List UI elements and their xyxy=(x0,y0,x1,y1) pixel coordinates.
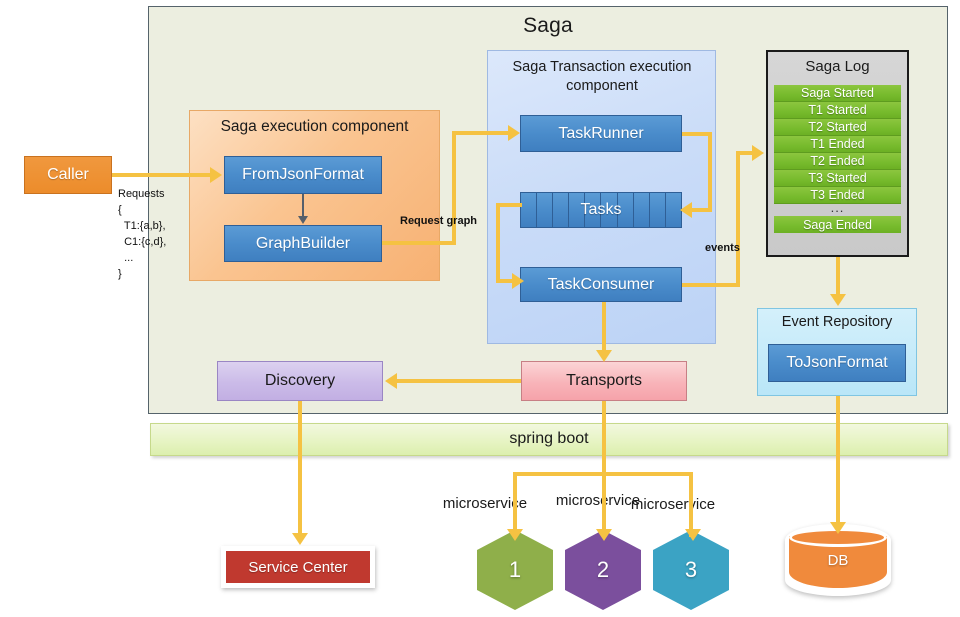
connector-taskrunner-down xyxy=(708,132,712,210)
arrowhead-sagalog-to-eventrepo xyxy=(830,294,846,306)
spring-boot-label: spring boot xyxy=(509,430,589,447)
tasks-queue-cell xyxy=(666,193,681,227)
service-center-box[interactable]: Service Center xyxy=(221,546,375,588)
microservice-3-caption: microservice xyxy=(630,496,716,513)
connector-transports-to-discovery xyxy=(396,379,521,383)
arrowhead-taskconsumer-to-transports xyxy=(596,350,612,362)
connector-eventrepo-to-db xyxy=(836,396,840,528)
connector-into-tasks xyxy=(692,208,712,212)
saga-log-entry: T3 Started xyxy=(774,170,901,187)
diagram-canvas: Saga Saga execution component FromJsonFo… xyxy=(0,0,960,617)
request-graph-label: Request graph xyxy=(400,215,478,227)
arrowhead-to-microservice-2 xyxy=(596,529,612,541)
connector-taskconsumer-to-sagalog xyxy=(682,283,740,287)
tasks-queue-cell xyxy=(601,193,618,227)
arrowhead-caller-to-fromjson xyxy=(210,167,222,183)
arrowhead-into-tasks xyxy=(680,202,692,218)
connector-discovery-to-servicecenter xyxy=(298,401,302,538)
saga-log-entry: T1 Started xyxy=(774,102,901,119)
transports-box[interactable]: Transports xyxy=(521,361,687,401)
arrowhead-into-taskconsumer xyxy=(512,273,524,289)
tasks-queue-cell xyxy=(537,193,554,227)
connector-sagalog-to-eventrepo xyxy=(836,257,840,297)
events-label: events xyxy=(705,242,740,254)
arrowhead-fromjson-to-graphbuilder xyxy=(298,216,308,224)
arrowhead-to-microservice-1 xyxy=(507,529,523,541)
saga-log-entry: T2 Started xyxy=(774,119,901,136)
saga-log-title: Saga Log xyxy=(805,58,870,75)
tasks-queue-cell xyxy=(521,193,538,227)
graph-builder-box[interactable]: GraphBuilder xyxy=(224,225,382,262)
connector-to-taskrunner xyxy=(452,131,512,135)
tasks-queue-cell xyxy=(618,193,634,227)
arrowhead-to-taskrunner xyxy=(508,125,520,141)
from-json-format-box[interactable]: FromJsonFormat xyxy=(224,156,382,194)
tasks-queue-cell xyxy=(585,193,602,227)
connector-caller-to-fromjson xyxy=(112,173,212,177)
connector-graphbuilder-out xyxy=(382,241,456,245)
saga-log-entry: T2 Ended xyxy=(774,153,901,170)
saga-transaction-component-title-line1: Saga Transaction execution xyxy=(512,59,692,75)
saga-title: Saga xyxy=(523,14,573,37)
tasks-queue-box[interactable] xyxy=(520,192,682,228)
database-label: DB xyxy=(827,552,849,569)
arrowhead-events-into-sagalog xyxy=(752,145,764,161)
microservice-2-hexagon[interactable]: 2 xyxy=(565,530,641,610)
connector-microservice-bus xyxy=(513,472,693,476)
caller-box[interactable]: Caller xyxy=(24,156,112,194)
connector-bus-to-microservice-3 xyxy=(689,472,693,537)
connector-graphbuilder-riser xyxy=(452,131,456,245)
tasks-queue-cell xyxy=(650,193,666,227)
microservice-1-hexagon[interactable]: 1 xyxy=(477,530,553,610)
microservice-1-number: 1 xyxy=(477,530,553,610)
task-runner-box[interactable]: TaskRunner xyxy=(520,115,682,152)
tasks-queue-cell xyxy=(553,193,570,227)
task-consumer-box[interactable]: TaskConsumer xyxy=(520,267,682,302)
arrowhead-to-microservice-3 xyxy=(685,529,701,541)
microservice-3-hexagon[interactable]: 3 xyxy=(653,530,729,610)
connector-tasks-down xyxy=(496,203,500,283)
arrowhead-eventrepo-to-db xyxy=(830,522,846,534)
microservice-1-caption: microservice xyxy=(442,495,528,512)
tasks-queue-cell xyxy=(569,193,586,227)
connector-bus-to-microservice-1 xyxy=(513,472,517,537)
requests-payload-note: Requests { T1:{a,b}, C1:{c,d}, ... } xyxy=(118,188,167,280)
microservice-3-number: 3 xyxy=(653,530,729,610)
saga-log-entry-list: Saga Started T1 Started T2 Started T1 En… xyxy=(774,85,901,204)
saga-log-final-entry: Saga Ended xyxy=(774,216,901,233)
connector-taskconsumer-to-transports xyxy=(602,302,606,354)
saga-transaction-component-title: Saga Transaction execution component xyxy=(490,58,714,96)
to-json-format-box[interactable]: ToJsonFormat xyxy=(768,344,906,382)
microservice-2-number: 2 xyxy=(565,530,641,610)
discovery-box[interactable]: Discovery xyxy=(217,361,383,401)
saga-transaction-component-title-line2: component xyxy=(566,78,638,94)
connector-transports-down xyxy=(602,401,606,537)
database-cylinder[interactable]: DB xyxy=(789,528,887,592)
event-repository-title: Event Repository xyxy=(781,314,893,330)
arrowhead-discovery-to-servicecenter xyxy=(292,533,308,545)
saga-execution-component-title: Saga execution component xyxy=(220,118,409,135)
saga-log-entry: Saga Started xyxy=(774,85,901,102)
saga-log-entry: T1 Ended xyxy=(774,136,901,153)
connector-fromjson-to-graphbuilder xyxy=(302,194,304,218)
saga-log-ellipsis: ... xyxy=(830,200,845,215)
connector-events-riser xyxy=(736,151,740,285)
tasks-queue-cell xyxy=(634,193,650,227)
arrowhead-transports-to-discovery xyxy=(385,373,397,389)
